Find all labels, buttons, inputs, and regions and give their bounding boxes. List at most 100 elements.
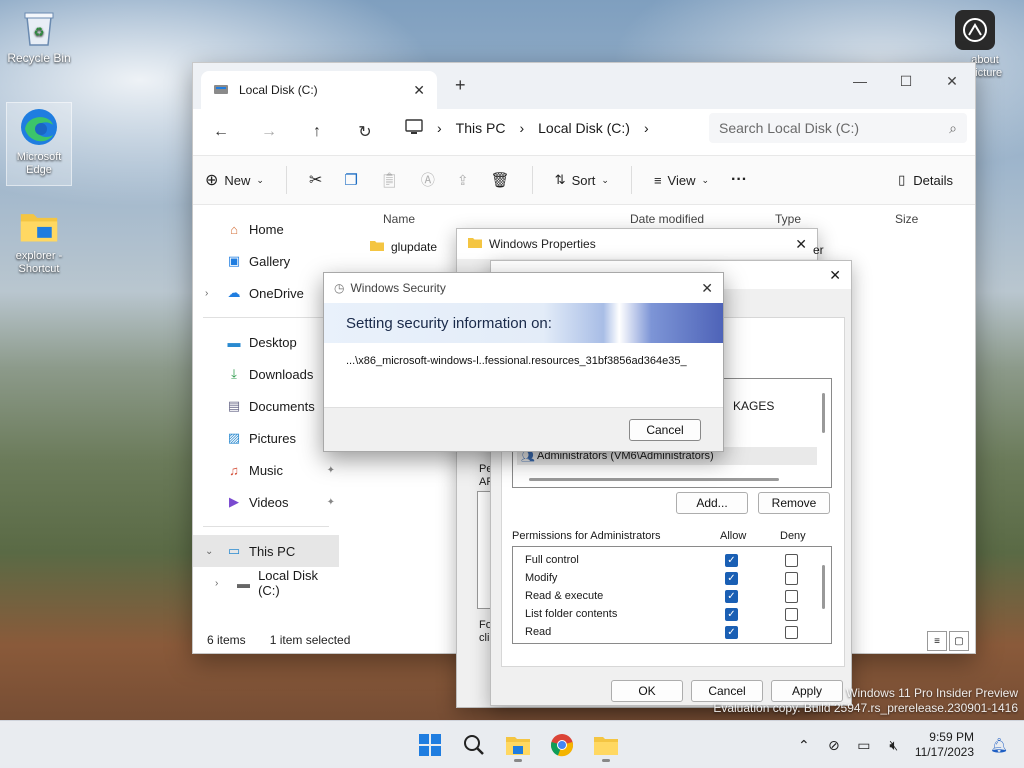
search-button[interactable] (452, 727, 496, 763)
chevron-right-icon[interactable]: › (215, 578, 218, 589)
sidebar-item-downloads[interactable]: ⤓Downloads✦ (193, 358, 339, 390)
scrollbar[interactable] (529, 478, 779, 481)
rename-icon[interactable]: Ⓐ (421, 170, 435, 190)
sidebar-item-local-disk[interactable]: › ▬ Local Disk (C:) (193, 567, 339, 599)
sidebar-item-music[interactable]: ♫ Music ✦ (193, 454, 339, 486)
minimize-icon[interactable]: — (837, 67, 883, 95)
tab-local-disk[interactable]: Local Disk (C:) ✕ (201, 71, 437, 109)
deny-checkbox[interactable] (785, 607, 798, 621)
allow-checkbox[interactable]: ✓ (725, 553, 738, 567)
view-button[interactable]: ≡ View ⌄ (654, 173, 709, 188)
close-icon[interactable]: ✕ (701, 280, 713, 297)
deny-checkbox[interactable] (785, 571, 798, 585)
deny-checkbox[interactable] (785, 553, 798, 567)
close-icon[interactable]: ✕ (795, 236, 807, 253)
volume-muted-icon[interactable]: 🔇︎ (879, 737, 909, 754)
chevron-up-icon[interactable]: ⌃ (789, 737, 819, 754)
clock-icon: ◷ (334, 281, 345, 295)
new-tab-icon[interactable]: + (455, 75, 466, 96)
chevron-down-icon[interactable]: ⌄ (205, 546, 213, 557)
copy-icon[interactable]: ❐ (344, 171, 357, 189)
cut-icon[interactable]: ✂ (309, 170, 322, 190)
deny-checkbox[interactable] (785, 625, 798, 639)
start-button[interactable] (408, 727, 452, 763)
taskbar: ⌃ ⊘ ▭ 🔇︎ 9:59 PM 11/17/2023 🔔︎ (0, 720, 1024, 768)
sidebar-item-desktop[interactable]: ▬Desktop✦ (193, 326, 339, 358)
close-icon[interactable]: ✕ (829, 267, 841, 284)
sidebar-item-onedrive[interactable]: › ☁ OneDrive (193, 277, 339, 309)
screen-icon[interactable]: ▭ (849, 737, 879, 754)
notification-bell-icon[interactable]: 🔔︎ (984, 737, 1014, 754)
sidebar-item-videos[interactable]: ▶ Videos ✦ (193, 486, 339, 518)
about-picture-icon (955, 10, 995, 50)
allow-checkbox[interactable]: ✓ (725, 589, 738, 603)
sort-label: Sort (571, 172, 596, 188)
breadcrumb-local-disk[interactable]: Local Disk (C:) (538, 120, 630, 136)
search-input[interactable]: Search Local Disk (C:) ⌕ (709, 113, 967, 143)
partial-text: er (813, 243, 824, 257)
tab-close-icon[interactable]: ✕ (413, 82, 425, 99)
ok-button[interactable]: OK (611, 680, 683, 702)
column-name[interactable]: Name (383, 212, 415, 226)
chevron-right-icon[interactable]: › (205, 288, 208, 299)
back-icon[interactable]: ← (205, 116, 237, 148)
add-button[interactable]: Add... (676, 492, 748, 514)
clock[interactable]: 9:59 PM 11/17/2023 (915, 730, 974, 760)
network-disconnected-icon[interactable]: ⊘ (819, 737, 849, 754)
pin-icon: ✦ (326, 496, 335, 508)
desktop-icon-explorer-shortcut[interactable]: explorer - Shortcut (6, 206, 72, 276)
share-icon[interactable]: ⇪ (457, 172, 469, 189)
forward-icon[interactable]: → (253, 116, 285, 148)
sidebar-item-gallery[interactable]: ▣ Gallery (193, 245, 339, 277)
column-date[interactable]: Date modified (630, 212, 704, 226)
chevron-down-icon: ⌄ (256, 174, 264, 185)
sidebar-item-pictures[interactable]: ▨Pictures✦ (193, 422, 339, 454)
sidebar-item-this-pc[interactable]: ⌄ ▭ This PC (193, 535, 339, 567)
tiles-view-icon[interactable]: ▢ (949, 631, 969, 651)
item-count: 6 items (207, 633, 246, 647)
divider (630, 166, 632, 194)
permission-label: Modify (525, 572, 558, 584)
sort-button[interactable]: ⇅ Sort ⌄ (555, 172, 609, 188)
selection-count: 1 item selected (269, 633, 351, 647)
sidebar-item-documents[interactable]: ▤Documents✦ (193, 390, 339, 422)
paste-icon[interactable]: 📋︎ (380, 171, 399, 189)
up-icon[interactable]: ↑ (301, 116, 333, 148)
monitor-icon: ▭ (227, 543, 241, 558)
details-button[interactable]: ▯ Details (898, 172, 953, 188)
taskbar-file-explorer[interactable] (496, 727, 540, 763)
divider (285, 166, 287, 194)
table-row[interactable]: glupdate (369, 239, 437, 255)
scrollbar[interactable] (822, 393, 825, 433)
column-size[interactable]: Size (895, 212, 918, 226)
sidebar-item-home[interactable]: ⌂ Home (193, 213, 339, 245)
new-button[interactable]: ⊕ New ⌄ (205, 170, 264, 190)
allow-checkbox[interactable]: ✓ (725, 571, 738, 585)
desktop-icon-edge[interactable]: Microsoft Edge (6, 102, 72, 186)
refresh-icon[interactable]: ↻ (349, 116, 381, 148)
details-view-icon[interactable]: ≡ (927, 631, 947, 651)
close-icon[interactable]: ✕ (929, 67, 975, 95)
taskbar-chrome[interactable] (540, 727, 584, 763)
breadcrumb-this-pc[interactable]: This PC (456, 120, 506, 136)
permission-row: Read & execute ✓ (525, 587, 825, 605)
remove-button[interactable]: Remove (758, 492, 830, 514)
scrollbar[interactable] (822, 565, 825, 609)
column-type[interactable]: Type (775, 212, 801, 226)
more-icon[interactable]: ··· (731, 171, 747, 189)
sidebar-item-label: Local Disk (C:) (258, 568, 319, 598)
desktop-icon-recycle-bin[interactable]: ♻ Recycle Bin (6, 8, 72, 65)
cloud-icon: ☁ (227, 285, 241, 300)
maximize-icon[interactable]: ☐ (883, 67, 929, 95)
cancel-button[interactable]: Cancel (629, 419, 701, 441)
chrome-icon (551, 734, 573, 757)
watermark-line: Windows 11 Pro Insider Preview (846, 686, 1018, 700)
folder-icon (369, 239, 385, 255)
allow-checkbox[interactable]: ✓ (725, 625, 738, 639)
list-item[interactable]: KAGES (733, 399, 774, 413)
allow-checkbox[interactable]: ✓ (725, 607, 738, 621)
delete-icon[interactable]: 🗑︎ (491, 171, 510, 189)
deny-checkbox[interactable] (785, 589, 798, 603)
taskbar-folder[interactable] (584, 727, 628, 763)
partial-text: cli (479, 632, 490, 644)
